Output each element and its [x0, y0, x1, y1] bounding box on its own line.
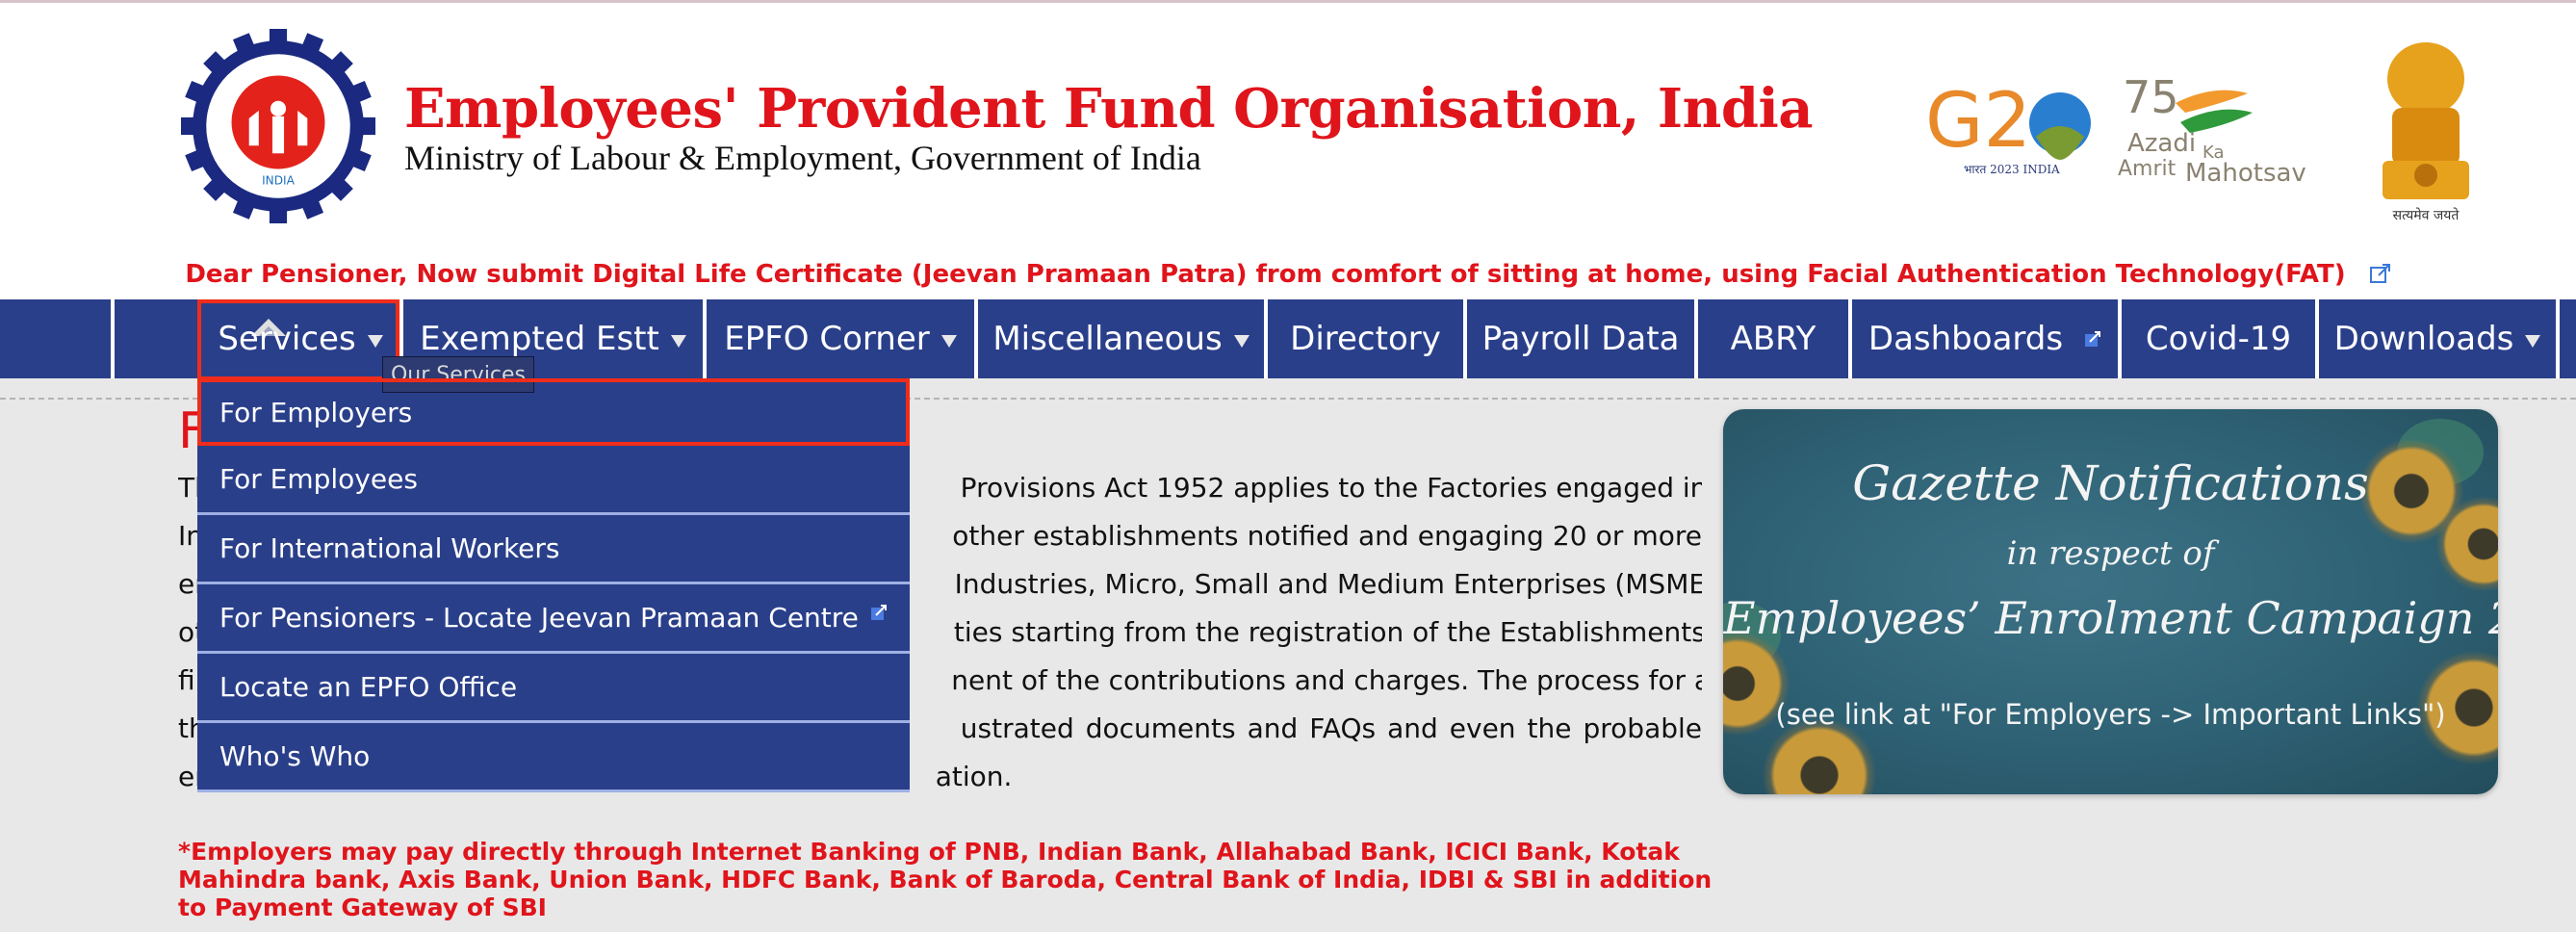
- nav-payroll-data[interactable]: Payroll Data: [1467, 299, 1694, 378]
- svg-text:Mahotsav: Mahotsav: [2185, 159, 2306, 185]
- svg-text:भारत 2023 INDIA: भारत 2023 INDIA: [1964, 163, 2060, 176]
- menu-item-label: For Pensioners - Locate Jeevan Pramaan C…: [219, 602, 859, 634]
- nav-payroll-data-label: Payroll Data: [1481, 320, 1680, 358]
- banner-title: Gazette Notifications: [1852, 455, 2369, 511]
- chevron-down-icon: [1233, 334, 1249, 348]
- menu-item-label: For Employers: [219, 396, 413, 428]
- notice-text: Dear Pensioner, Now submit Digital Life …: [185, 260, 2346, 289]
- nav-services-label: Services: [218, 320, 356, 358]
- azadi-ka-amrit-mahotsav-logo: 75 Azadi Ka Amrit Mahotsav: [2118, 71, 2306, 185]
- nav-abry[interactable]: ABRY: [1698, 299, 1848, 378]
- nav-services[interactable]: Services: [201, 299, 399, 378]
- nav-covid-19[interactable]: Covid-19: [2122, 299, 2315, 378]
- menu-item-for-employees[interactable]: For Employees: [197, 446, 910, 515]
- menu-item-whos-who[interactable]: Who's Who: [197, 723, 910, 792]
- external-link-icon: [870, 604, 887, 620]
- menu-item-label: Locate an EPFO Office: [219, 671, 518, 703]
- external-link-icon: [2369, 264, 2390, 283]
- nav-dashboards-label: Dashboards: [1868, 320, 2064, 358]
- services-tooltip: Our Services: [382, 356, 534, 393]
- nav-covid-19-label: Covid-19: [2145, 320, 2292, 358]
- nav-dashboards[interactable]: Dashboards: [1852, 299, 2118, 378]
- nav-directory-label: Directory: [1290, 320, 1441, 358]
- chevron-down-icon: [940, 334, 957, 348]
- nav-miscellaneous-label: Miscellaneous: [992, 320, 1223, 358]
- svg-text:INDIA: INDIA: [262, 174, 296, 188]
- menu-item-for-international-workers[interactable]: For International Workers: [197, 515, 910, 584]
- nav-epfo-corner-label: EPFO Corner: [724, 320, 930, 358]
- svg-text:75: 75: [2123, 71, 2179, 123]
- nav-downloads-label: Downloads: [2333, 320, 2514, 358]
- external-link-icon: [2085, 331, 2101, 347]
- payment-banks-note: *Employers may pay directly through Inte…: [178, 838, 1713, 921]
- nav-abry-label: ABRY: [1730, 320, 1816, 358]
- menu-item-for-employers[interactable]: For Employers: [197, 378, 910, 446]
- chevron-down-icon: [367, 334, 383, 348]
- svg-text:Azadi: Azadi: [2127, 129, 2196, 158]
- banner-link-hint: (see link at "For Employers -> Important…: [1775, 698, 2446, 731]
- site-subtitle: Ministry of Labour & Employment, Governm…: [404, 139, 1201, 177]
- nav-epfo-corner[interactable]: EPFO Corner: [707, 299, 974, 378]
- gazette-notification-banner[interactable]: Gazette Notifications in respect of Empl…: [1723, 409, 2498, 794]
- nav-downloads[interactable]: Downloads: [2319, 299, 2556, 378]
- chevron-down-icon: [2525, 334, 2541, 348]
- epfo-logo[interactable]: INDIA: [181, 29, 375, 223]
- nav-exempted-estt-label: Exempted Estt: [420, 320, 659, 358]
- national-emblem: सत्यमेव जयते: [2383, 42, 2469, 223]
- nav-directory[interactable]: Directory: [1268, 299, 1463, 378]
- banner-subtitle: in respect of: [2006, 534, 2215, 573]
- services-dropdown-menu: For Employers For Employees For Internat…: [197, 378, 910, 792]
- pensioner-notice-link[interactable]: Dear Pensioner, Now submit Digital Life …: [0, 260, 2576, 289]
- menu-item-label: For International Workers: [219, 532, 560, 564]
- top-border: [0, 0, 2576, 3]
- nav-miscellaneous[interactable]: Miscellaneous: [978, 299, 1264, 378]
- nav-home[interactable]: [115, 299, 286, 378]
- menu-item-label: For Employees: [219, 463, 418, 495]
- svg-text:सत्यमेव जयते: सत्यमेव जयते: [2393, 207, 2460, 223]
- g20-logo: G2 भारत 2023 INDIA: [1925, 78, 2091, 176]
- menu-item-label: Who's Who: [219, 740, 371, 772]
- site-title: Employees' Provident Fund Organisation, …: [404, 77, 1814, 141]
- nav-divider: [2556, 299, 2560, 378]
- menu-item-locate-epfo-office[interactable]: Locate an EPFO Office: [197, 654, 910, 723]
- banner-campaign: Employees’ Enrolment Campaign 2017: [1723, 592, 2498, 644]
- svg-text:Amrit: Amrit: [2118, 157, 2177, 181]
- svg-text:G2: G2: [1925, 78, 2031, 165]
- chevron-down-icon: [670, 334, 686, 348]
- menu-item-for-pensioners[interactable]: For Pensioners - Locate Jeevan Pramaan C…: [197, 584, 910, 654]
